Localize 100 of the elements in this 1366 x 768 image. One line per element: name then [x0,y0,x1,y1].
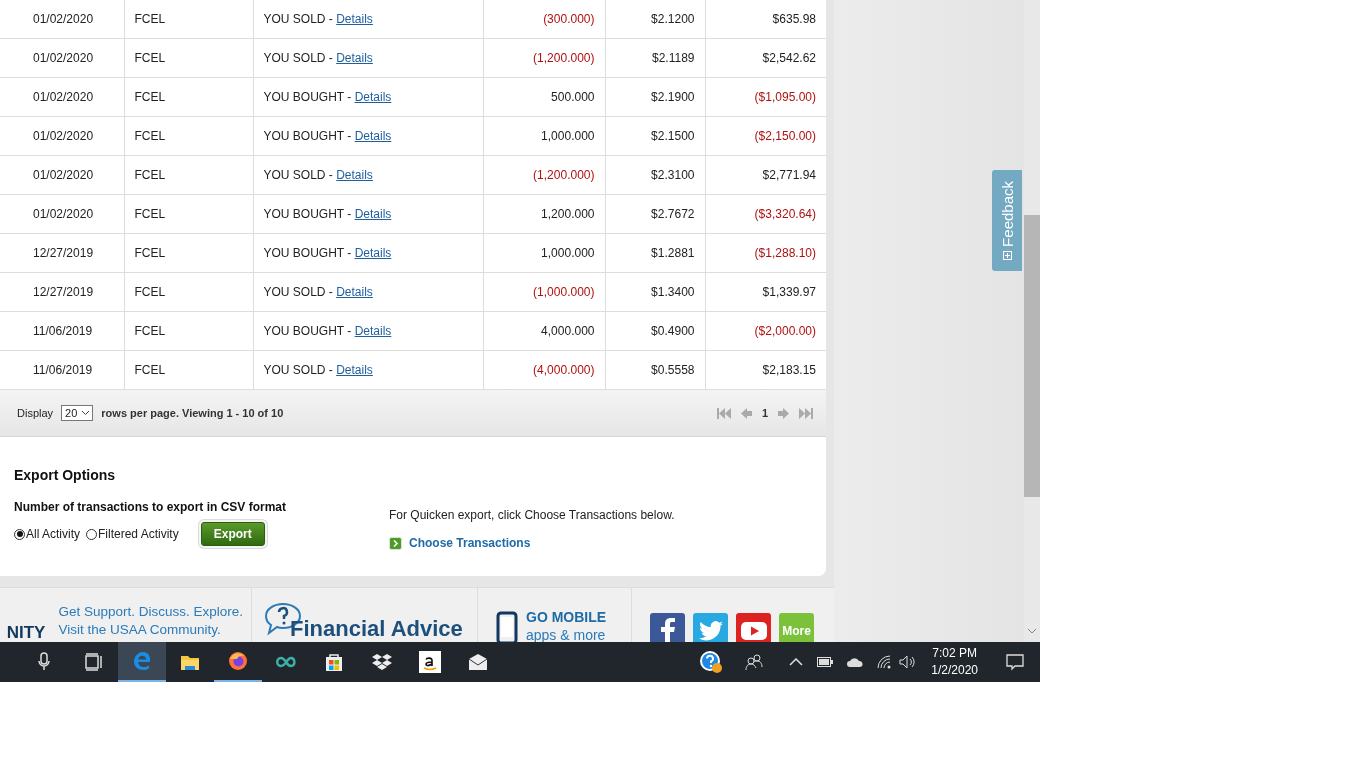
table-cell: $2,771.94 [705,155,826,195]
table-cell: $0.5558 [605,350,705,390]
viewing-summary: rows per page. Viewing 1 - 10 of 10 [101,407,284,419]
export-label: Number of transactions to export in CSV format [14,500,287,514]
table-cell: ($1,288.10) [705,233,826,273]
table-cell: (300.000) [483,0,605,39]
table-cell: 01/02/2020 [0,0,124,39]
details-link[interactable]: Details [336,12,373,26]
transaction-type: YOU BOUGHT - [263,246,353,260]
table-cell: FCEL [124,311,253,351]
details-link[interactable]: Details [336,168,373,182]
speaker-icon[interactable] [899,655,918,669]
battery-icon[interactable] [817,657,834,667]
table-cell: $1.3400 [605,272,705,312]
table-cell: $1,339.97 [705,272,826,312]
table-cell: 4,000.000 [483,311,605,351]
shopping-bag-icon [323,651,345,673]
table-cell: 01/02/2020 [0,38,124,78]
table-cell: FCEL [124,272,253,312]
plus-icon [1002,250,1012,260]
page-size-select[interactable]: 20 [61,405,94,421]
table-cell: $2.1200 [605,0,705,39]
radio-button[interactable] [14,528,25,540]
table-cell: (1,000.000) [483,272,605,312]
table-cell: $2.1900 [605,77,705,117]
details-link[interactable]: Details [336,363,373,377]
transaction-type: YOU SOLD - [263,285,334,299]
details-link[interactable]: Details [354,207,392,221]
table-cell: 12/27/2019 [0,233,124,273]
twitter-icon[interactable] [693,613,728,642]
details-link[interactable]: Details [354,246,392,260]
details-link[interactable]: Details [354,90,392,104]
radio-label: Filtered Activity [98,527,179,541]
details-link[interactable]: Details [336,51,373,65]
table-cell: (1,200.000) [483,155,605,195]
facebook-icon[interactable] [650,613,685,642]
go-mobile-title[interactable]: GO MOBILE [526,609,607,625]
table-cell: 1,000.000 [483,116,605,156]
table-cell: FCEL [124,116,253,156]
table-cell: $2.7672 [605,194,705,234]
table-cell: (1,200.000) [483,38,605,78]
table-cell: ($2,150.00) [705,116,826,156]
details-link[interactable]: Details [354,129,392,143]
choose-transactions-link[interactable]: Choose Transactions [409,536,531,550]
transaction-type: YOU BOUGHT - [263,324,353,338]
transaction-type: YOU BOUGHT - [263,90,353,104]
export-button[interactable]: Export [200,522,265,546]
community-text[interactable]: Visit the USAA Community. [58,621,243,639]
table-cell: 11/06/2019 [0,311,124,351]
caret-icon [81,410,91,416]
community-text[interactable]: Get Support. Discuss. Explore. [58,603,243,621]
task-view-icon [83,651,105,673]
transaction-type: YOU SOLD - [263,168,334,182]
fox-globe-icon [227,650,249,672]
financial-advice-title[interactable]: Financial Advice [290,616,463,642]
table-cell: $2.1189 [605,38,705,78]
quicken-note: For Quicken export, click Choose Transactions below. [389,508,675,522]
table-cell: $0.4900 [605,311,705,351]
table-cell: 01/02/2020 [0,155,124,195]
table-cell: FCEL [124,233,253,273]
section-title: Export Options [14,467,116,483]
table-cell: 1,200.000 [483,194,605,234]
table-cell: 11/06/2019 [0,350,124,390]
radio-button[interactable] [86,528,97,540]
table-cell: (4,000.000) [483,350,605,390]
details-link[interactable]: Details [354,324,392,338]
wifi-icon[interactable] [877,655,892,669]
table-cell: $2,542.62 [705,38,826,78]
browser-e-icon [131,650,153,672]
details-link[interactable]: Details [336,285,373,299]
table-cell: 01/02/2020 [0,77,124,117]
transaction-type: YOU SOLD - [263,51,334,65]
community-heading: NITY [6,623,46,642]
transaction-type: YOU BOUGHT - [263,129,353,143]
table-cell: 01/02/2020 [0,116,124,156]
cloud-icon[interactable] [847,657,864,667]
clock-date[interactable]: 1/2/2020 [931,662,978,679]
radio-label: All Activity [26,527,80,541]
help-icon[interactable] [699,650,724,674]
table-cell: FCEL [124,0,253,39]
table-cell: $1.2881 [605,233,705,273]
smile-a-icon [419,651,441,673]
people-icon[interactable] [745,653,764,671]
notification-icon[interactable] [1006,653,1024,671]
table-cell: ($1,095.00) [705,77,826,117]
table-cell: $2,183.15 [705,350,826,390]
scroll-down-icon[interactable] [1027,628,1037,634]
youtube-icon[interactable] [736,613,771,642]
chevron-up-icon[interactable] [789,658,804,666]
table-cell: $635.98 [705,0,826,39]
scrollbar-thumb[interactable] [1024,215,1040,497]
table-cell: FCEL [124,38,253,78]
table-cell: ($2,000.00) [705,311,826,351]
open-box-icon [371,651,393,673]
go-mobile-subtitle[interactable]: apps & more [526,627,607,642]
envelope-icon [467,651,489,673]
clock-time[interactable]: 7:02 PM [932,645,977,662]
table-cell: 01/02/2020 [0,194,124,234]
table-cell: FCEL [124,350,253,390]
table-cell: FCEL [124,155,253,195]
